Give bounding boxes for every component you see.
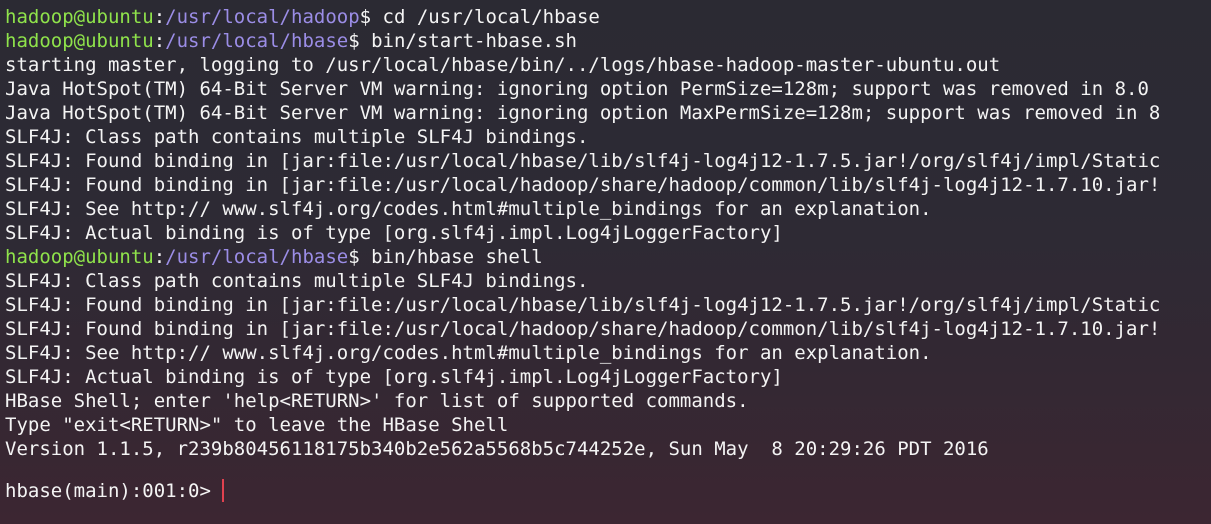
terminal-output[interactable]: hadoop@ubuntu:/usr/local/hadoop$ cd /usr… bbox=[5, 5, 1211, 503]
output-line: Type "exit<RETURN>" to leave the HBase S… bbox=[5, 414, 509, 436]
output-line: HBase Shell; enter 'help<RETURN>' for li… bbox=[5, 390, 749, 412]
output-line: Java HotSpot(TM) 64-Bit Server VM warnin… bbox=[5, 102, 1161, 124]
output-line: SLF4J: Actual binding is of type [org.sl… bbox=[5, 366, 783, 388]
prompt-sigil: $ bbox=[348, 246, 360, 268]
prompt-path: /usr/local/hadoop bbox=[165, 6, 360, 28]
output-line: SLF4J: Actual binding is of type [org.sl… bbox=[5, 222, 783, 244]
output-line: SLF4J: See http:// www.slf4j.org/codes.h… bbox=[5, 342, 932, 364]
shell-prompt-line: hadoop@ubuntu:/usr/local/hadoop$ cd /usr… bbox=[5, 5, 1211, 29]
output-line: SLF4J: Class path contains multiple SLF4… bbox=[5, 126, 589, 148]
output-line: SLF4J: See http:// www.slf4j.org/codes.h… bbox=[5, 198, 932, 220]
prompt-user: hadoop@ubuntu bbox=[5, 6, 154, 28]
output-line: Java HotSpot(TM) 64-Bit Server VM warnin… bbox=[5, 78, 1149, 100]
prompt-path: /usr/local/hbase bbox=[165, 30, 349, 52]
prompt-user: hadoop@ubuntu bbox=[5, 30, 154, 52]
prompt-user: hadoop@ubuntu bbox=[5, 246, 154, 268]
output-line: SLF4J: Found binding in [jar:file:/usr/l… bbox=[5, 174, 1161, 196]
output-line: Version 1.1.5, r239b80456118175b340b2e56… bbox=[5, 438, 989, 460]
output-line: SLF4J: Found binding in [jar:file:/usr/l… bbox=[5, 294, 1161, 316]
prompt-sigil: $ bbox=[348, 30, 360, 52]
output-line: SLF4J: Found binding in [jar:file:/usr/l… bbox=[5, 150, 1161, 172]
hbase-prompt: hbase(main):001:0> bbox=[5, 480, 211, 502]
shell-prompt-line: hadoop@ubuntu:/usr/local/hbase$ bin/star… bbox=[5, 29, 1211, 53]
prompt-sigil: $ bbox=[359, 6, 372, 28]
shell-prompt-line: hadoop@ubuntu:/usr/local/hbase$ bin/hbas… bbox=[5, 245, 1211, 269]
output-line: starting master, logging to /usr/local/h… bbox=[5, 54, 1001, 76]
text-cursor[interactable] bbox=[221, 479, 224, 502]
prompt-separator: : bbox=[153, 30, 166, 52]
command-text: bin/hbase shell bbox=[359, 246, 543, 268]
hbase-prompt-line[interactable]: hbase(main):001:0> bbox=[5, 479, 1211, 503]
output-line: SLF4J: Found binding in [jar:file:/usr/l… bbox=[5, 318, 1161, 340]
command-text: bin/start-hbase.sh bbox=[359, 30, 577, 52]
prompt-separator: : bbox=[153, 6, 166, 28]
prompt-separator: : bbox=[153, 246, 166, 268]
command-text: cd /usr/local/hbase bbox=[371, 6, 600, 28]
prompt-path: /usr/local/hbase bbox=[165, 246, 349, 268]
output-line: SLF4J: Class path contains multiple SLF4… bbox=[5, 270, 589, 292]
